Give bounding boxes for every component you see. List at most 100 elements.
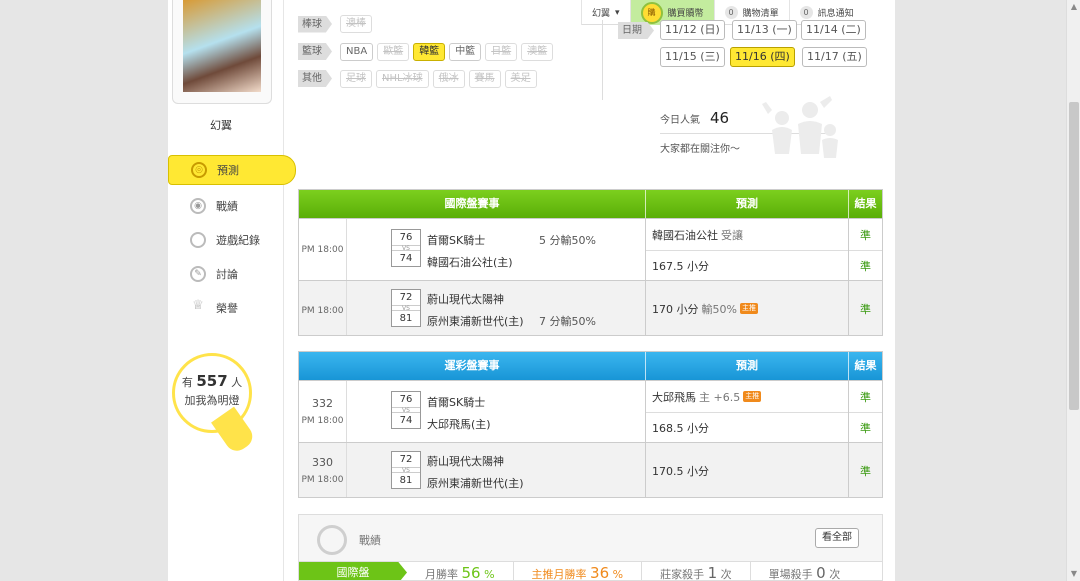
record-header: 戰績 看全部	[299, 515, 882, 559]
sidebar-item-label: 遊戲紀錄	[216, 234, 260, 247]
table-row: 330 PM 18:00 72 VS 81 蔚山現代太陽神 原州東浦新世代(主)…	[299, 442, 882, 497]
team-home: 大邱飛馬(主)	[427, 418, 491, 431]
score-box: 72 VS 81	[391, 289, 421, 327]
score-top: 72	[399, 292, 413, 303]
filter-chip[interactable]: 足球	[340, 69, 372, 88]
stat-single-killer: 單場殺手 0 次	[751, 562, 859, 581]
sidebar-item-label: 討論	[216, 268, 238, 281]
scroll-down-arrow-icon[interactable]: ▼	[1067, 567, 1080, 581]
filter-chip[interactable]: 俄冰	[432, 69, 465, 88]
prediction-cell: 韓國石油公社 受讓 167.5 小分	[646, 219, 849, 280]
sidebar-item-discuss[interactable]: ✎ 討論	[168, 257, 290, 291]
date-chip[interactable]: 11/12 (日)	[660, 20, 725, 40]
sidebar-item-predict[interactable]: ◎ 預測	[168, 155, 296, 185]
target-icon: ◎	[191, 162, 207, 178]
lightbulb-icon[interactable]: 有 557 人 加我為明燈	[172, 353, 252, 433]
score-box: 76 VS 74	[391, 229, 421, 267]
prediction-note: 輸50%	[701, 302, 737, 316]
username: 幻翼	[210, 119, 232, 132]
filter-chip[interactable]: 澳棒	[340, 15, 372, 33]
filter-chip[interactable]: 日籃	[485, 42, 518, 61]
filter-chip[interactable]: NHL冰球	[376, 69, 429, 88]
game-time: 330 PM 18:00	[299, 443, 347, 497]
stat-bookie-killer: 莊家殺手 1 次	[642, 562, 751, 581]
team-away: 蔚山現代太陽神	[427, 293, 504, 306]
game-teams: 72 VS 81 蔚山現代太陽神 原州東浦新世代(主) 7 分輸50%	[347, 281, 646, 335]
stat-label: 單場殺手	[768, 568, 813, 581]
filter-chip-nba[interactable]: NBA	[340, 42, 374, 61]
result-item: 準	[849, 250, 882, 281]
stat-value: 1	[707, 564, 718, 581]
game-number: 330	[312, 455, 333, 469]
prediction-main: 170.5 小分	[652, 464, 709, 478]
column-header-event: 運彩盤賽事	[299, 352, 646, 380]
date-chip[interactable]: 11/13 (一)	[732, 20, 797, 40]
prediction-main: 170 小分	[652, 302, 699, 316]
record-icon: ◉	[190, 198, 206, 214]
filter-chip-korea-basketball[interactable]: 韓籃	[413, 42, 446, 61]
filter-chip[interactable]: 賽馬	[468, 69, 501, 88]
sidebar-item-record[interactable]: ◉ 戰績	[168, 189, 290, 223]
featured-tag: 主推	[743, 391, 762, 402]
date-chip[interactable]: 11/14 (二)	[801, 20, 866, 40]
game-time: PM 18:00	[299, 281, 347, 335]
score-box: 76 VS 74	[391, 391, 421, 429]
date-label: 日期	[618, 22, 654, 39]
result-cell: 準	[849, 281, 882, 335]
prediction-main: 韓國石油公社	[652, 228, 718, 242]
sidebar-item-label: 預測	[217, 164, 239, 177]
prediction-item: 韓國石油公社 受讓	[646, 219, 848, 250]
avatar-frame	[172, 0, 272, 104]
result-cell: 準	[849, 443, 882, 497]
prediction-main: 168.5 小分	[652, 422, 709, 435]
caret-down-icon: ▾	[615, 7, 620, 18]
international-odds-table: 國際盤賽事 預測 結果 PM 18:00 76 VS 74 首爾SK騎士 韓國石…	[298, 189, 883, 336]
stat-label: 主推月勝率	[531, 568, 587, 581]
stat-unit: 次	[829, 568, 841, 581]
scroll-up-arrow-icon[interactable]: ▲	[1067, 0, 1080, 14]
stat-value: 56	[461, 564, 481, 581]
game-teams: 72 VS 81 蔚山現代太陽神 原州東浦新世代(主)	[347, 443, 646, 497]
avatar[interactable]	[183, 0, 261, 92]
stat-unit: %	[484, 568, 495, 581]
filter-chip[interactable]: 中籃	[449, 42, 482, 61]
record-tab-international[interactable]: 國際盤	[299, 562, 407, 580]
filter-chip[interactable]: 澳籃	[521, 42, 554, 61]
record-stats: 國際盤 月勝率 56 % 主推月勝率 36 % 莊家殺手 1 次 單場殺手 0 …	[299, 561, 882, 581]
scrollbar-thumb[interactable]	[1069, 102, 1079, 410]
date-chip-selected[interactable]: 11/16 (四)	[730, 47, 795, 67]
game-teams: 76 VS 74 首爾SK騎士 大邱飛馬(主)	[347, 381, 646, 442]
date-chip[interactable]: 11/17 (五)	[802, 47, 867, 67]
record-icon	[317, 525, 347, 555]
view-all-button[interactable]: 看全部	[815, 528, 859, 548]
prediction-cell: 170 小分 輸50% 主推	[646, 281, 849, 335]
game-time-text: PM 18:00	[301, 244, 344, 255]
popularity-label: 今日人氣	[660, 114, 700, 126]
buy-coins-label: 購買贖幣	[667, 9, 704, 19]
spread-text: 7 分輸50%	[539, 315, 596, 328]
game-time: PM 18:00	[299, 219, 347, 280]
team-home: 原州東浦新世代(主)	[427, 477, 524, 490]
score-top: 72	[399, 454, 413, 465]
prediction-item: 大邱飛馬 主 +6.5 主推	[646, 381, 848, 412]
followers-suffix: 人	[231, 376, 243, 389]
stat-unit: %	[612, 568, 624, 581]
vertical-scrollbar[interactable]: ▲ ▼	[1066, 0, 1080, 581]
filter-chip[interactable]: 美足	[504, 69, 537, 88]
column-header-result: 結果	[854, 359, 877, 372]
filter-row-other: 其他 足球 NHL冰球 俄冰 賽馬 美足	[298, 65, 598, 92]
date-chip[interactable]: 11/15 (三)	[660, 47, 725, 67]
sidebar-item-game-log[interactable]: 遊戲紀錄	[168, 223, 290, 257]
honor-icon: ♕	[192, 298, 204, 313]
column-header-prediction: 預測	[646, 190, 849, 218]
game-time-text: PM 18:00	[301, 474, 344, 485]
side-nav: ◎ 預測 ◉ 戰績 遊戲紀錄 ✎ 討論 ♕ 榮譽	[168, 155, 296, 325]
sidebar-item-honor[interactable]: ♕ 榮譽	[168, 291, 290, 325]
filter-chip[interactable]: 歐籃	[377, 42, 410, 61]
sidebar: 幻翼 ◎ 預測 ◉ 戰績 遊戲紀錄 ✎ 討論 ♕ 榮譽 有 557 人 加我為明…	[168, 0, 296, 581]
filter-row-basketball: 籃球 NBA 歐籃 韓籃 中籃 日籃 澳籃	[298, 38, 598, 65]
column-header-prediction: 預測	[646, 352, 849, 380]
result-item: 準	[860, 302, 871, 316]
score-top: 76	[399, 232, 413, 243]
prediction-item: 168.5 小分	[646, 412, 848, 443]
